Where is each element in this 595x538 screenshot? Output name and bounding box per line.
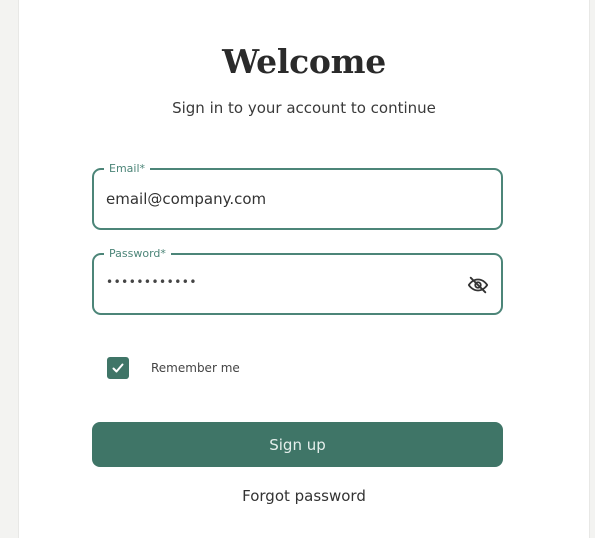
email-field-label: Email* bbox=[104, 161, 151, 177]
remember-me[interactable]: Remember me bbox=[107, 357, 240, 379]
password-field-label: Password* bbox=[104, 246, 171, 262]
page-subtitle: Sign in to your account to continue bbox=[172, 99, 436, 117]
checkmark-icon bbox=[112, 363, 124, 373]
email-field-value[interactable]: email@company.com bbox=[106, 190, 266, 208]
email-field[interactable]: Email* email@company.com bbox=[92, 161, 503, 230]
forgot-password-link[interactable]: Forgot password bbox=[19, 487, 589, 505]
sign-up-button[interactable]: Sign up bbox=[92, 422, 503, 467]
password-field[interactable]: Password* •••••••••••• bbox=[92, 246, 503, 315]
remember-me-label: Remember me bbox=[151, 361, 240, 375]
login-card: Welcome Sign in to your account to conti… bbox=[18, 0, 590, 538]
remember-me-checkbox[interactable] bbox=[107, 357, 129, 379]
page-title: Welcome bbox=[222, 42, 386, 81]
password-field-value[interactable]: •••••••••••• bbox=[106, 275, 197, 289]
eye-slash-icon[interactable] bbox=[467, 274, 489, 296]
